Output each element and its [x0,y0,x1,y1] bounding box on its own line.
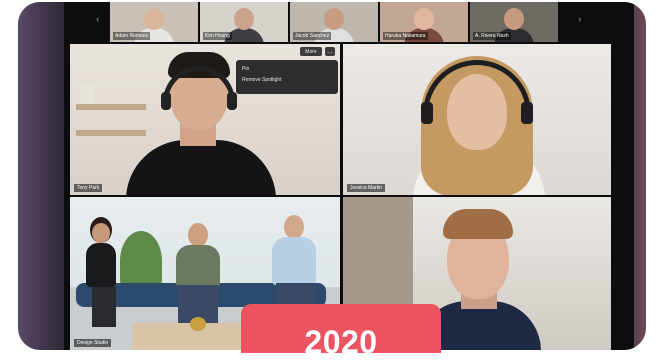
thumbnail-head [504,8,524,30]
plant-icon [120,231,162,291]
thumbnail-head [144,8,164,30]
thumbnail-head [234,8,254,30]
filmstrip: Adam Romano Kim Hoang Jacob Sanchez Haruka … [110,2,558,42]
participant-name: Tony Park [74,184,103,192]
more-button[interactable]: More [300,47,322,56]
headset-icon [423,60,531,116]
menu-item-remove-spotlight[interactable]: Remove Spotlight [242,75,332,86]
thumbnail-name: Haruka Nakamura [383,32,428,40]
filmstrip-thumbnail[interactable]: A. Rivera Nash [470,2,558,42]
thumbnail-name: Jacob Sanchez [293,32,332,40]
thumbnail-name: A. Rivera Nash [473,32,511,40]
filmstrip-thumbnail[interactable]: Kim Hoang [200,2,288,42]
year-badge: 2020 [241,304,441,360]
video-tile-2[interactable]: Jessica Martin [343,44,611,195]
filmstrip-thumbnail[interactable]: Jacob Sanchez [290,2,378,42]
filmstrip-thumbnail[interactable]: Haruka Nakamura [380,2,468,42]
filmstrip-left-arrow-icon[interactable]: ‹ [96,14,99,25]
filmstrip-right-arrow-icon[interactable]: › [578,14,581,25]
year-label: 2020 [304,324,378,360]
thumbnail-head [414,8,434,30]
thumbnail-name: Adam Romano [113,32,151,40]
filmstrip-thumbnail[interactable]: Adam Romano [110,2,198,42]
participant-name: Design Studio [74,339,112,347]
participant-name: Jessica Martin [347,184,385,192]
menu-item-pin[interactable]: Pin [242,64,332,75]
thumbnail-name: Kim Hoang [203,32,232,40]
participant-shirt [126,140,276,195]
thumbnail-head [324,8,344,30]
context-menu: Pin Remove Spotlight [236,60,338,94]
participant-hair [443,209,513,239]
ellipsis-icon[interactable]: … [325,47,335,56]
